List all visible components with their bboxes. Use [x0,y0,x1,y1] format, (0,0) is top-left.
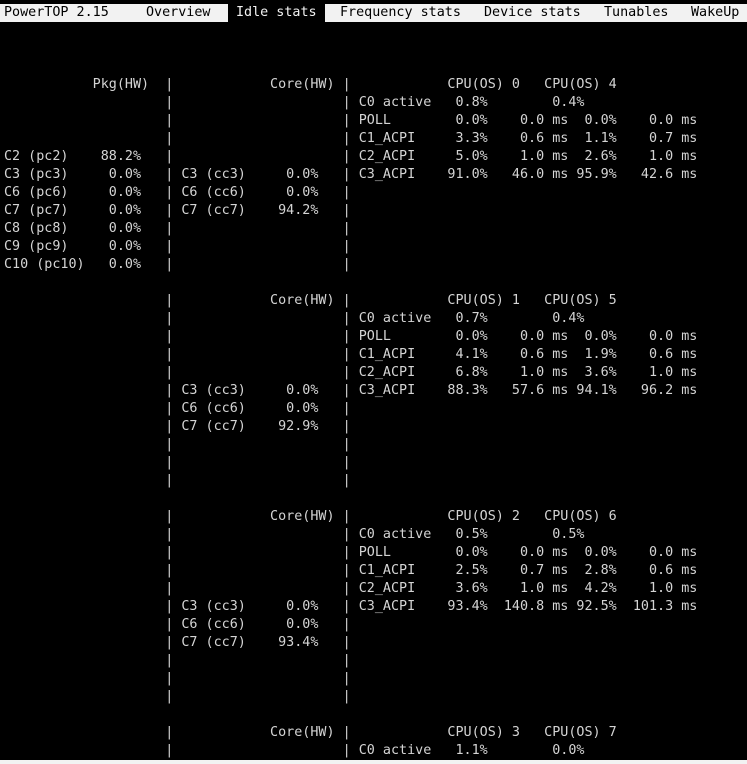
screen-line: | C7 (cc7) 92.9% | [4,419,351,434]
screen-line: | C6 (cc6) 0.0% | [4,401,351,416]
screen-line: | C7 (cc7) 93.4% | [4,635,351,650]
screen-line: | | [4,671,351,686]
screen-line: C7 (pc7) 0.0% | C7 (cc7) 94.2% | [4,203,351,218]
screen-line: | | C0 active 0.5% 0.5% [4,527,585,542]
screen-line: Pkg(HW) | Core(HW) | CPU(OS) 0 CPU(OS) 4 [4,77,617,92]
screen-line: | | [4,455,351,470]
screen-line: | | C0 active 1.1% 0.0% [4,743,585,758]
tab-wakeup[interactable]: WakeUp [691,4,739,22]
screen-line: | | POLL 0.0% 0.0 ms 0.0% 0.0 ms [4,113,698,128]
screen-line: | | C0 active 0.7% 0.4% [4,311,585,326]
tab-overview[interactable]: Overview [146,4,211,22]
screen-line: C3 (pc3) 0.0% | C3 (cc3) 0.0% | C3_ACPI … [4,167,698,182]
screen-line: | | C1_ACPI 4.1% 0.6 ms 1.9% 0.6 ms [4,347,698,362]
screen-line: C10 (pc10) 0.0% | | [4,257,351,272]
screen-line: | | C1_ACPI 3.3% 0.6 ms 1.1% 0.7 ms [4,131,698,146]
tab-idle-stats[interactable]: Idle stats [228,4,325,22]
screen-line: C6 (pc6) 0.0% | C6 (cc6) 0.0% | [4,185,351,200]
screen-line: | | [4,437,351,452]
screen-line: | | [4,653,351,668]
screen-line: C2 (pc2) 88.2% | | C2_ACPI 5.0% 1.0 ms 2… [4,149,698,164]
screen-line: | Core(HW) | CPU(OS) 2 CPU(OS) 6 [4,509,617,524]
screen-line: C9 (pc9) 0.0% | | [4,239,351,254]
screen-line: | | C0 active 0.8% 0.4% [4,95,585,110]
screen-line: | Core(HW) | CPU(OS) 3 CPU(OS) 7 [4,725,617,740]
app-title: PowerTOP 2.15 [4,5,109,20]
status-strip [0,760,747,764]
tab-frequency-stats[interactable]: Frequency stats [340,4,461,22]
screen-line: | | POLL 0.0% 0.0 ms 0.0% 0.0 ms [4,329,698,344]
screen-line: | C3 (cc3) 0.0% | C3_ACPI 88.3% 57.6 ms … [4,383,698,398]
screen-line: C8 (pc8) 0.0% | | [4,221,351,236]
screen-line: | | C2_ACPI 6.8% 1.0 ms 3.6% 1.0 ms [4,365,698,380]
menu-bar: PowerTOP 2.15 Overview Idle stats Freque… [0,4,747,22]
screen-line: | C3 (cc3) 0.0% | C3_ACPI 93.4% 140.8 ms… [4,599,698,614]
screen-line: | | POLL 0.0% 0.0 ms 0.0% 0.0 ms [4,545,698,560]
tab-device-stats[interactable]: Device stats [484,4,581,22]
screen-line: | | [4,473,351,488]
screen-line: | Core(HW) | CPU(OS) 1 CPU(OS) 5 [4,293,617,308]
tab-tunables[interactable]: Tunables [604,4,669,22]
screen-line: | | C1_ACPI 2.5% 0.7 ms 2.8% 0.6 ms [4,563,698,578]
screen-line: | C6 (cc6) 0.0% | [4,617,351,632]
screen-line: | | C2_ACPI 3.6% 1.0 ms 4.2% 1.0 ms [4,581,698,596]
terminal-screen: Pkg(HW) | Core(HW) | CPU(OS) 0 CPU(OS) 4… [0,0,747,764]
screen-line: | | [4,689,351,704]
